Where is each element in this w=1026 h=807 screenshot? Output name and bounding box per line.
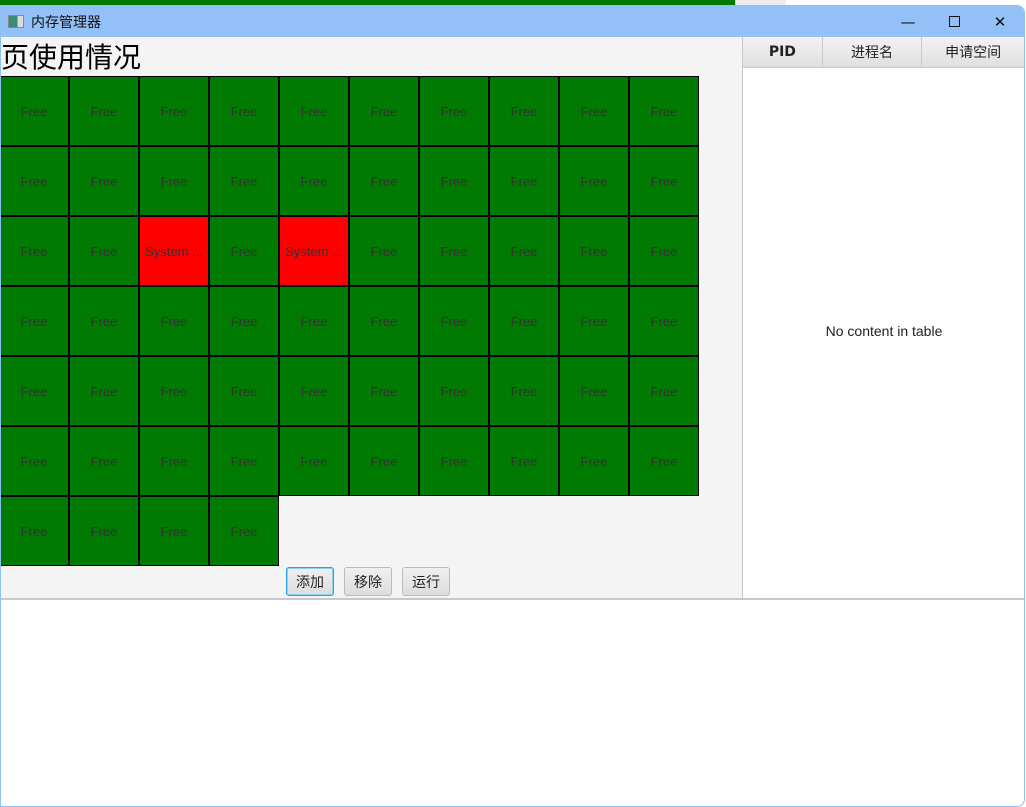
page-cell-free: Free (559, 216, 629, 286)
page-cell-free: Free (489, 286, 559, 356)
page-cell-free: Free (139, 76, 209, 146)
page-cell-free: Free (69, 496, 139, 566)
page-cell-free: Free (1, 356, 69, 426)
page-cell-free: Free (69, 426, 139, 496)
run-button[interactable]: 运行 (402, 567, 450, 596)
page-cell-free: Free (279, 146, 349, 216)
page-cell-free: Free (139, 496, 209, 566)
remove-button[interactable]: 移除 (344, 567, 392, 596)
content-area: 页使用情况 Free Free Free Free Free Free Free Free Fr… (1, 37, 1024, 600)
page-cell-free: Free (209, 146, 279, 216)
page-cell-free: Free (489, 76, 559, 146)
page-cell-free: Free (349, 76, 419, 146)
process-table: PID 进程名 申请空间 No content in table (742, 37, 1024, 598)
page-cell-free: Free (69, 286, 139, 356)
page-cell-free: Free (419, 356, 489, 426)
page-cell-free: Free (1, 496, 69, 566)
page-cell-free: Free (629, 426, 699, 496)
maximize-icon (948, 16, 960, 27)
page-cell-free: Free (69, 216, 139, 286)
page-cell-free: Free (419, 286, 489, 356)
column-header-process-name[interactable]: 进程名 (822, 37, 923, 67)
page-cell-free: Free (419, 146, 489, 216)
page-cell-free: Free (349, 216, 419, 286)
page-cell-free: Free (1, 76, 69, 146)
page-cell-free: Free (489, 426, 559, 496)
column-header-pid[interactable]: PID (743, 37, 823, 67)
page-cell-free: Free (629, 356, 699, 426)
column-header-requested-space[interactable]: 申请空间 (922, 37, 1024, 67)
page-cell-free: Free (69, 76, 139, 146)
page-cell-free: Free (559, 146, 629, 216)
page-cell-free: Free (559, 76, 629, 146)
minimize-button[interactable]: — (885, 6, 931, 37)
page-cell-free: Free (209, 496, 279, 566)
page-cell-free: Free (629, 76, 699, 146)
app-icon (8, 15, 24, 28)
add-button[interactable]: 添加 (286, 567, 334, 596)
action-buttons: 添加 移除 运行 (286, 567, 450, 596)
window-title: 内存管理器 (31, 14, 101, 31)
close-button[interactable]: ✕ (977, 6, 1023, 37)
page-cell-free: Free (139, 146, 209, 216)
page-cell-free: Free (489, 356, 559, 426)
page-cell-free: Free (1, 286, 69, 356)
page-cell-free: Free (69, 146, 139, 216)
page-cell-free: Free (209, 356, 279, 426)
page-cell-free: Free (209, 216, 279, 286)
page-cell-free: Free (209, 426, 279, 496)
page-cell-free: Free (209, 76, 279, 146)
page-cell-free: Free (349, 146, 419, 216)
page-cell-free: Free (349, 286, 419, 356)
page-cell-free: Free (419, 76, 489, 146)
close-icon: ✕ (993, 12, 1007, 31)
page-cell-free: Free (139, 286, 209, 356)
page-cell-free: Free (279, 76, 349, 146)
page-cell-used: System ... (279, 216, 349, 286)
page-cell-used: System ... (139, 216, 209, 286)
page-cell-free: Free (279, 426, 349, 496)
page-cell-free: Free (279, 286, 349, 356)
page-cell-free: Free (349, 426, 419, 496)
page-cell-free: Free (489, 146, 559, 216)
page-cell-free: Free (139, 426, 209, 496)
app-window: 内存管理器 — ✕ 页使用情况 Free Free Free Free Free Free… (0, 5, 1025, 807)
empty-table-message: No content in table (825, 323, 943, 339)
page-cell-free: Free (279, 356, 349, 426)
page-cell-free: Free (559, 356, 629, 426)
page-cell-free: Free (69, 356, 139, 426)
page-cell-free: Free (419, 216, 489, 286)
page-cell-free: Free (1, 146, 69, 216)
maximize-button[interactable] (931, 6, 977, 37)
page-cell-free: Free (489, 216, 559, 286)
page-cell-free: Free (139, 356, 209, 426)
page-cell-free: Free (629, 146, 699, 216)
page-cell-free: Free (419, 426, 489, 496)
page-cell-free: Free (349, 356, 419, 426)
page-cell-free: Free (1, 216, 69, 286)
page-cell-free: Free (629, 216, 699, 286)
page-title: 页使用情况 (1, 41, 142, 74)
page-cell-free: Free (629, 286, 699, 356)
page-cell-free: Free (1, 426, 69, 496)
title-bar[interactable]: 内存管理器 — ✕ (1, 6, 1024, 37)
page-cell-free: Free (209, 286, 279, 356)
page-cell-free: Free (559, 426, 629, 496)
minimize-icon: — (900, 12, 916, 31)
page-cell-free: Free (559, 286, 629, 356)
table-header: PID 进程名 申请空间 (743, 37, 1024, 68)
